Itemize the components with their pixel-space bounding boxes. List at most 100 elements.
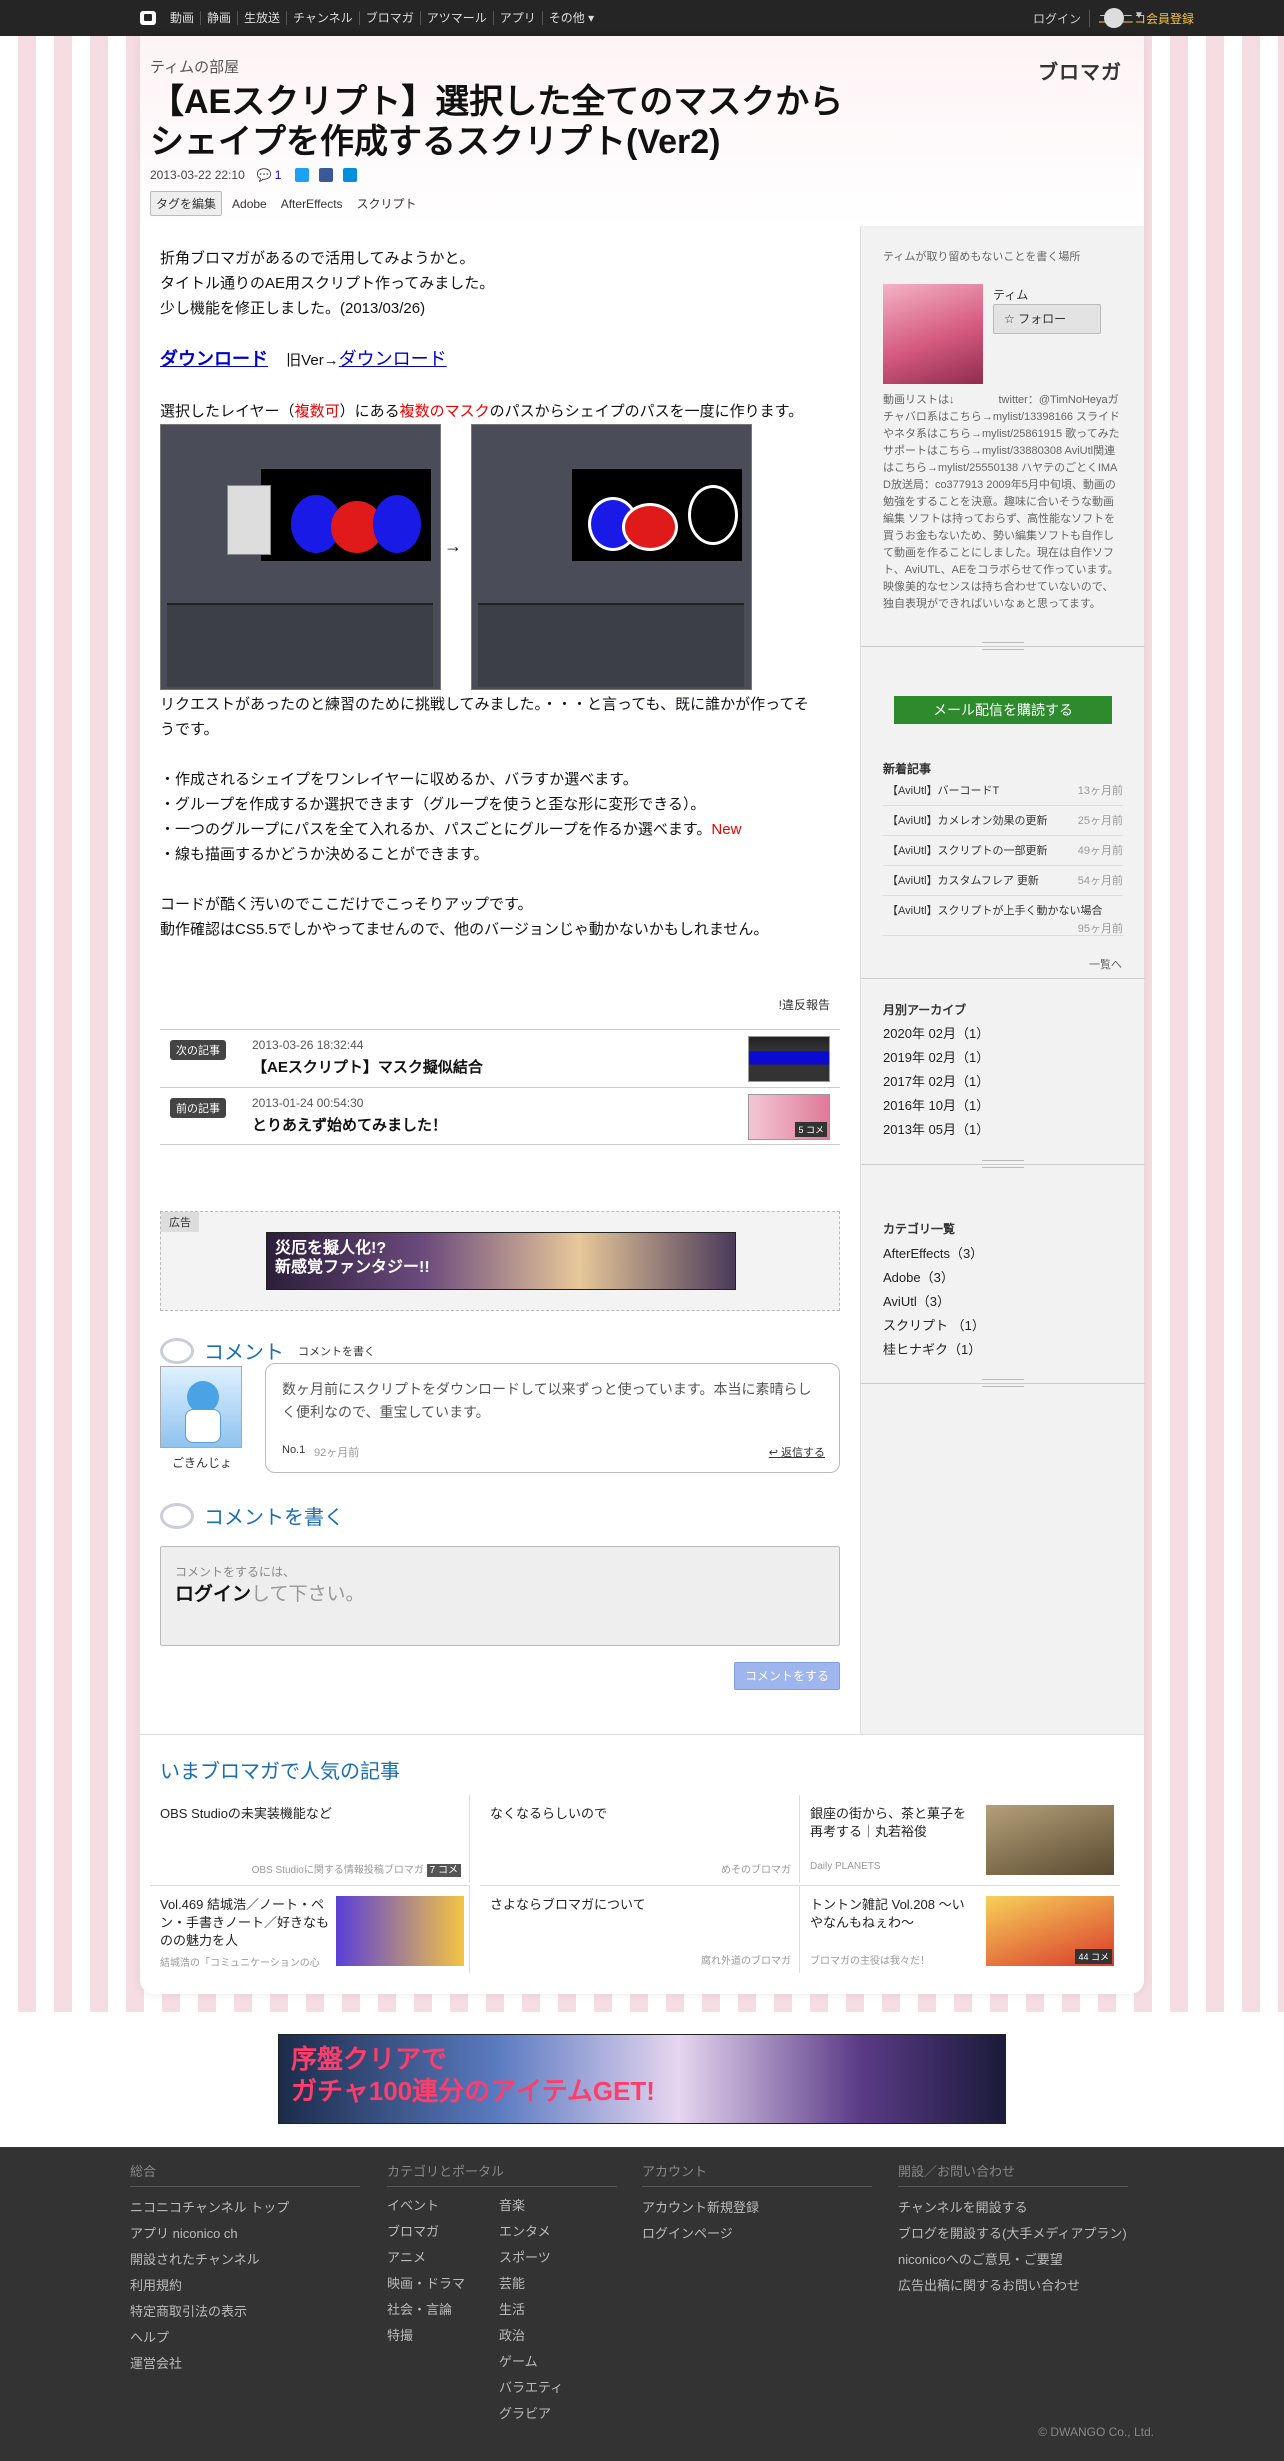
ad-banner[interactable]: 災厄を擬人化!? 新感覚ファンタジー!! xyxy=(266,1232,736,1290)
commenter-avatar[interactable] xyxy=(160,1366,242,1448)
nav-app[interactable]: アプリ xyxy=(492,11,542,25)
footer-link[interactable]: スポーツ xyxy=(499,2245,599,2271)
footer-link[interactable]: 社会・言論 xyxy=(387,2297,487,2323)
niconico-home-icon[interactable] xyxy=(140,11,156,25)
body-text: ）にある xyxy=(339,403,400,420)
write-comment-link[interactable]: コメントを書く xyxy=(298,1343,375,1359)
nav-video[interactable]: 動画 xyxy=(164,11,200,25)
nav-live[interactable]: 生放送 xyxy=(237,11,286,25)
footer-link[interactable]: イベント xyxy=(387,2193,487,2219)
category-item[interactable]: AfterEffects（3） xyxy=(883,1242,985,1266)
tag-item[interactable]: AfterEffects xyxy=(281,197,343,211)
popular-item[interactable]: Vol.469 結城浩／ノート・ペン・手書きノート／好きなものの魅力を人 結城浩… xyxy=(150,1885,470,1973)
archive-item[interactable]: 2013年 05月（1） xyxy=(883,1118,989,1142)
footer-link[interactable]: 政治 xyxy=(499,2323,599,2349)
footer-link[interactable]: ログインページ xyxy=(642,2221,872,2247)
footer-link[interactable]: ブロマガ xyxy=(387,2219,487,2245)
archive-item[interactable]: 2017年 02月（1） xyxy=(883,1070,989,1094)
footer-link[interactable]: エンタメ xyxy=(499,2219,599,2245)
login-link[interactable]: ログイン xyxy=(1033,10,1081,27)
footer-link[interactable]: 運営会社 xyxy=(130,2351,360,2377)
next-article-thumbnail[interactable] xyxy=(748,1036,830,1082)
user-avatar-icon[interactable] xyxy=(1104,8,1124,28)
prev-article-title[interactable]: とりあえず始めてみました！ xyxy=(252,1114,447,1135)
footer-link[interactable]: 特撮 xyxy=(387,2323,487,2349)
popular-item[interactable]: OBS Studioの未実装機能など OBS Studioに関する情報投稿ブロマ… xyxy=(150,1795,470,1883)
archive-item[interactable]: 2016年 10月（1） xyxy=(883,1094,989,1118)
reply-button[interactable]: ↩ 返信する xyxy=(769,1444,825,1460)
comment-textarea[interactable]: コメントをするには、 ログインして下さい。 xyxy=(160,1546,840,1646)
channel-name[interactable]: ティムの部屋 xyxy=(150,56,239,77)
follow-button[interactable]: ☆ フォロー xyxy=(993,304,1101,334)
category-item[interactable]: スクリプト （1） xyxy=(883,1314,985,1338)
nav-more[interactable]: その他 ▾ xyxy=(541,11,600,25)
twitter-share-icon[interactable] xyxy=(295,168,310,182)
hatena-bookmark-icon[interactable] xyxy=(343,168,358,182)
facebook-share-icon[interactable] xyxy=(319,168,334,182)
report-link[interactable]: !違反報告 xyxy=(779,996,830,1013)
list-item[interactable]: 【AviUtl】カスタムフレア 更新 54ヶ月前 xyxy=(883,866,1123,896)
footer-link[interactable]: 芸能 xyxy=(499,2271,599,2297)
nav-blomaga[interactable]: ブロマガ xyxy=(358,11,420,25)
popular-item[interactable]: 銀座の街から、茶と菓子を再考する｜丸若裕俊 Daily PLANETS xyxy=(800,1795,1120,1883)
next-article-label: 次の記事 xyxy=(170,1040,226,1060)
new-article-title: 【AviUtl】カメレオン効果の更新 xyxy=(887,815,1048,827)
footer-link[interactable]: 音楽 xyxy=(499,2193,599,2219)
footer-link[interactable]: バラエティ xyxy=(499,2375,599,2401)
list-item[interactable]: 【AviUtl】スクリプトが上手く動かない場合 95ヶ月前 xyxy=(883,896,1123,936)
popular-item[interactable]: トントン雑記 Vol.208 ～いやなんもねぇわ～ ブロマガの主役は我々だ！ 4… xyxy=(800,1885,1120,1973)
archive-item[interactable]: 2020年 02月（1） xyxy=(883,1022,989,1046)
blomaga-logo[interactable]: ブロマガ xyxy=(1038,56,1122,85)
tag-item[interactable]: Adobe xyxy=(232,197,267,211)
footer-link[interactable]: ニコニコチャンネル トップ xyxy=(130,2195,360,2221)
popular-item[interactable]: なくなるらしいので めそのブロマガ xyxy=(480,1795,800,1883)
category-item[interactable]: 桂ヒナギク（1） xyxy=(883,1338,985,1362)
footer-link[interactable]: グラビア xyxy=(499,2401,599,2427)
commenter-name[interactable]: ごきんじょ xyxy=(172,1454,232,1471)
footer-link[interactable]: 利用規約 xyxy=(130,2273,360,2299)
bottom-ad-banner[interactable]: 序盤クリアで ガチャ100連分のアイテムGET! xyxy=(278,2034,1006,2124)
channel-owner-name[interactable]: ティム xyxy=(993,286,1028,303)
prev-article-thumbnail[interactable]: 5 コメ xyxy=(748,1094,830,1140)
category-item[interactable]: AviUtl（3） xyxy=(883,1290,985,1314)
footer-link[interactable]: アカウント新規登録 xyxy=(642,2195,872,2221)
nav-seiga[interactable]: 静画 xyxy=(200,11,237,25)
footer-link[interactable]: アプリ niconico ch xyxy=(130,2221,360,2247)
download-link[interactable]: ダウンロード xyxy=(160,349,268,369)
subscribe-button[interactable]: メール配信を購読する xyxy=(894,696,1112,724)
channel-icon[interactable] xyxy=(883,284,983,384)
next-article-row[interactable]: 次の記事 2013-03-26 18:32:44 【AEスクリプト】マスク擬似結… xyxy=(160,1029,840,1087)
footer-link[interactable]: ブログを開設する(大手メディアプラン) xyxy=(898,2221,1128,2247)
category-item[interactable]: Adobe（3） xyxy=(883,1266,985,1290)
footer-link[interactable]: 広告出稿に関するお問い合わせ xyxy=(898,2273,1128,2299)
see-all-link[interactable]: 一覧へ xyxy=(1089,956,1122,972)
prev-article-row[interactable]: 前の記事 2013-01-24 00:54:30 とりあえず始めてみました！ 5… xyxy=(160,1087,840,1145)
nav-channel[interactable]: チャンネル xyxy=(286,11,359,25)
body-text: 少し機能を修正しました。(2013/03/26) xyxy=(160,300,426,317)
footer-link[interactable]: ヘルプ xyxy=(130,2325,360,2351)
body-text: タイトル通りのAE用スクリプト作ってみました。 xyxy=(160,275,495,292)
footer-link[interactable]: アニメ xyxy=(387,2245,487,2271)
list-item[interactable]: 【AviUtl】スクリプトの一部更新 49ヶ月前 xyxy=(883,836,1123,866)
list-item[interactable]: 【AviUtl】バーコードT 13ヶ月前 xyxy=(883,776,1123,806)
submit-comment-button[interactable]: コメントをする xyxy=(734,1662,840,1690)
download-old-link[interactable]: ダウンロード xyxy=(339,349,447,369)
login-link[interactable]: ログイン xyxy=(175,1584,251,1605)
footer-link[interactable]: 生活 xyxy=(499,2297,599,2323)
footer-link[interactable]: チャンネルを開設する xyxy=(898,2195,1128,2221)
list-item[interactable]: 【AviUtl】カメレオン効果の更新 25ヶ月前 xyxy=(883,806,1123,836)
footer-link[interactable]: niconicoへのご意見・ご要望 xyxy=(898,2247,1128,2273)
highlight-text: 複数可 xyxy=(294,403,340,420)
chevron-down-icon[interactable]: ▼ xyxy=(1134,10,1144,21)
edit-tags-button[interactable]: タグを編集 xyxy=(150,191,223,216)
popular-item[interactable]: さよならブロマガについて 腐れ外道のブロマガ xyxy=(480,1885,800,1973)
tag-item[interactable]: スクリプト xyxy=(357,195,417,212)
next-article-title[interactable]: 【AEスクリプト】マスク擬似結合 xyxy=(252,1056,483,1077)
footer-link[interactable]: 開設されたチャンネル xyxy=(130,2247,360,2273)
footer-link[interactable]: 特定商取引法の表示 xyxy=(130,2299,360,2325)
footer-link[interactable]: 映画・ドラマ xyxy=(387,2271,487,2297)
comment-count[interactable]: 1 xyxy=(275,168,282,182)
archive-item[interactable]: 2019年 02月（1） xyxy=(883,1046,989,1070)
nav-atsumaru[interactable]: アツマール xyxy=(419,11,493,25)
footer-link[interactable]: ゲーム xyxy=(499,2349,599,2375)
